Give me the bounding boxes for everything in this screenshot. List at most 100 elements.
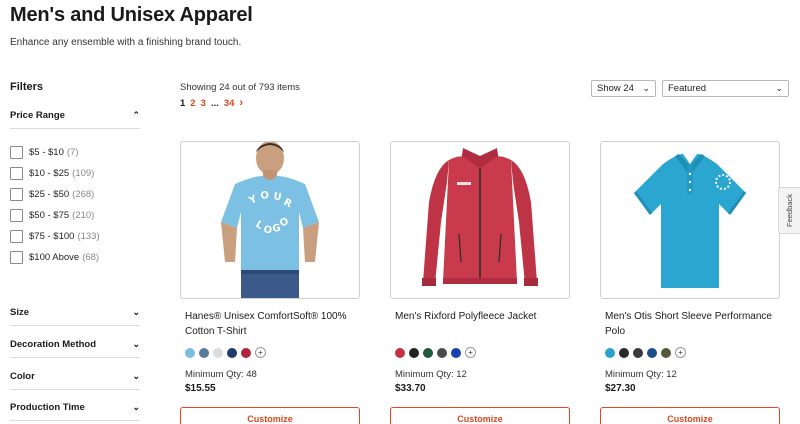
color-swatch[interactable] <box>647 347 657 358</box>
svg-text:O: O <box>260 190 270 202</box>
product-title[interactable]: Men's Rixford Polyfleece Jacket <box>390 309 570 341</box>
checkbox[interactable] <box>10 209 23 222</box>
color-swatch[interactable] <box>619 347 629 358</box>
divider <box>10 420 140 421</box>
filter-price-range-label: Price Range <box>10 110 65 121</box>
price-option-label: $5 - $10 <box>29 147 64 158</box>
price-option-count: (68) <box>82 252 100 263</box>
checkbox[interactable] <box>10 146 23 159</box>
product-title[interactable]: Hanes® Unisex ComfortSoft® 100% Cotton T… <box>180 309 360 341</box>
price-option-25-50[interactable]: $25 - $50 (268) <box>10 188 94 201</box>
pagination: 1 2 3 ... 34 › <box>180 97 248 109</box>
price-option-label: $75 - $100 <box>29 231 75 242</box>
chevron-down-icon: ⌄ <box>775 83 783 93</box>
filter-size[interactable]: Size ⌄ <box>10 307 140 318</box>
polo-image <box>633 154 747 288</box>
product-card[interactable]: Men's Otis Short Sleeve Performance Polo… <box>600 141 780 424</box>
price-option-label: $10 - $25 <box>29 168 70 179</box>
color-swatch[interactable] <box>213 347 223 358</box>
color-swatch[interactable] <box>395 347 405 358</box>
checkbox[interactable] <box>10 188 23 201</box>
checkbox[interactable] <box>10 230 23 243</box>
show-count-select[interactable]: Show 24 ⌄ <box>591 80 656 97</box>
price-option-label: $25 - $50 <box>29 189 70 200</box>
show-count-value: Show 24 <box>597 83 634 94</box>
page-link-last[interactable]: 34 <box>224 98 235 109</box>
more-colors-button[interactable]: + <box>675 347 686 358</box>
price-option-count: (109) <box>72 168 95 179</box>
more-colors-button[interactable]: + <box>255 347 266 358</box>
color-swatch[interactable] <box>661 347 671 358</box>
page-ellipsis: ... <box>210 97 219 109</box>
filter-decoration-method-label: Decoration Method <box>10 339 97 350</box>
color-swatches: + <box>390 347 570 358</box>
filter-production-time[interactable]: Production Time ⌄ <box>10 402 140 413</box>
sort-value: Featured <box>668 83 707 94</box>
price-option-count: (7) <box>66 147 79 158</box>
product-card[interactable]: Y O U R L O G O Hanes® Unisex ComfortSof… <box>180 141 360 424</box>
filters-heading: Filters <box>10 81 44 93</box>
color-swatch[interactable] <box>423 347 433 358</box>
price-option-5-10[interactable]: $5 - $10 (7) <box>10 146 79 159</box>
chevron-down-icon: ⌄ <box>132 339 140 349</box>
customize-button[interactable]: Customize <box>600 407 780 424</box>
product-image[interactable]: Y O U R L O G O <box>180 141 360 299</box>
divider <box>10 389 140 390</box>
product-price: $27.30 <box>605 383 636 394</box>
product-price: $15.55 <box>185 383 216 394</box>
product-image[interactable] <box>390 141 570 299</box>
filter-size-label: Size <box>10 307 30 318</box>
feedback-label: Feedback <box>785 194 794 227</box>
minimum-qty: Minimum Qty: 12 <box>605 369 677 380</box>
color-swatch[interactable] <box>227 347 237 358</box>
price-option-label: $50 - $75 <box>29 210 70 221</box>
product-card[interactable]: Men's Rixford Polyfleece Jacket + Minimu… <box>390 141 570 424</box>
page-title: Men's and Unisex Apparel <box>10 4 253 26</box>
checkbox[interactable] <box>10 251 23 264</box>
chevron-up-icon: ⌃ <box>132 110 140 120</box>
price-option-count: (268) <box>72 189 95 200</box>
customize-button[interactable]: Customize <box>390 407 570 424</box>
filter-price-range[interactable]: Price Range ⌃ <box>10 110 140 121</box>
minimum-qty: Minimum Qty: 12 <box>395 369 467 380</box>
filter-decoration-method[interactable]: Decoration Method ⌄ <box>10 339 140 350</box>
page-current: 1 <box>180 97 186 109</box>
chevron-down-icon: ⌄ <box>132 307 140 317</box>
color-swatch[interactable] <box>241 347 251 358</box>
checkbox[interactable] <box>10 167 23 180</box>
filter-color[interactable]: Color ⌄ <box>10 371 140 382</box>
page-subtitle: Enhance any ensemble with a finishing br… <box>10 37 242 48</box>
price-option-count: (210) <box>72 210 95 221</box>
page-link-2[interactable]: 2 <box>190 98 195 109</box>
price-option-100-above[interactable]: $100 Above (68) <box>10 251 99 264</box>
chevron-down-icon: ⌄ <box>642 83 650 93</box>
chevron-down-icon: ⌄ <box>132 371 140 381</box>
color-swatch[interactable] <box>437 347 447 358</box>
product-title[interactable]: Men's Otis Short Sleeve Performance Polo <box>600 309 780 341</box>
color-swatch[interactable] <box>605 347 615 358</box>
color-swatch[interactable] <box>199 347 209 358</box>
divider <box>10 325 140 326</box>
price-option-50-75[interactable]: $50 - $75 (210) <box>10 209 94 222</box>
color-swatch[interactable] <box>633 347 643 358</box>
more-colors-button[interactable]: + <box>465 347 476 358</box>
sort-select[interactable]: Featured ⌄ <box>662 80 789 97</box>
divider <box>10 128 140 129</box>
chevron-down-icon: ⌄ <box>132 402 140 412</box>
filter-color-label: Color <box>10 371 35 382</box>
product-image[interactable] <box>600 141 780 299</box>
chevron-right-icon[interactable]: › <box>239 97 243 109</box>
price-option-75-100[interactable]: $75 - $100 (133) <box>10 230 100 243</box>
results-count: Showing 24 out of 793 items <box>180 82 300 93</box>
minimum-qty: Minimum Qty: 48 <box>185 369 257 380</box>
page-link-3[interactable]: 3 <box>201 98 206 109</box>
color-swatch[interactable] <box>185 347 195 358</box>
color-swatch[interactable] <box>451 347 461 358</box>
feedback-tab[interactable]: Feedback <box>778 187 800 234</box>
price-option-10-25[interactable]: $10 - $25 (109) <box>10 167 94 180</box>
jacket-image <box>422 148 538 286</box>
product-price: $33.70 <box>395 383 426 394</box>
customize-button[interactable]: Customize <box>180 407 360 424</box>
color-swatch[interactable] <box>409 347 419 358</box>
divider <box>10 357 140 358</box>
